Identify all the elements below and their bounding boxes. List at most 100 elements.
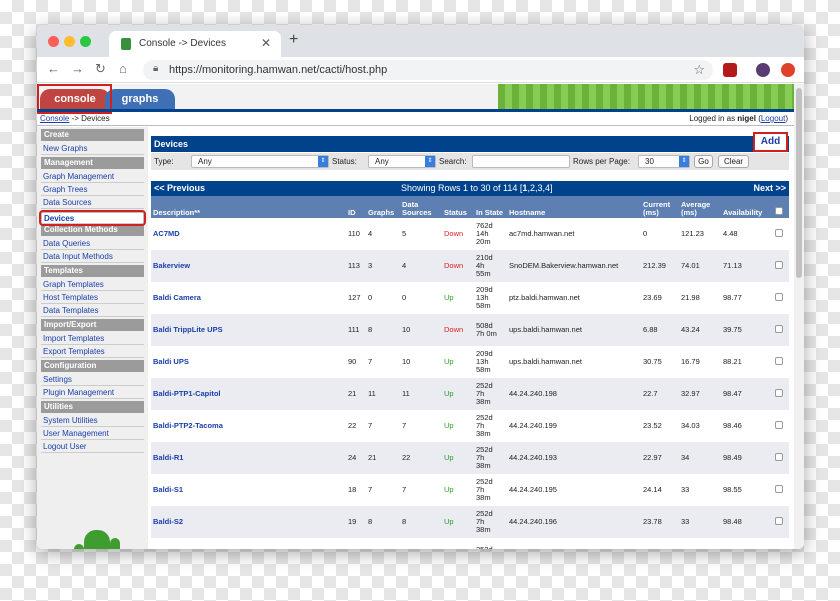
reload-icon[interactable]: ↻ bbox=[95, 61, 106, 77]
page-links[interactable]: ,2,3,4] bbox=[527, 183, 552, 193]
graph-count: 7 bbox=[368, 421, 373, 430]
row-checkbox[interactable] bbox=[775, 485, 783, 493]
ublock-extension-icon[interactable] bbox=[723, 63, 737, 77]
col-id[interactable]: ID bbox=[346, 196, 366, 218]
table-cell: 22.7 bbox=[641, 378, 679, 410]
previous-link[interactable]: << Previous bbox=[154, 181, 205, 196]
status-select[interactable]: Any ⇕ bbox=[368, 155, 436, 168]
table-cell: Baldi-S3 bbox=[151, 538, 346, 549]
in-state-cell: 508d 7h 0m bbox=[476, 321, 497, 338]
menu-item-plugin-management[interactable]: Plugin Management bbox=[41, 387, 144, 399]
average-ms-cell: 33 bbox=[681, 517, 690, 526]
rows-label: Rows per Page: bbox=[573, 157, 630, 166]
menu-item-host-templates[interactable]: Host Templates bbox=[41, 292, 144, 304]
row-checkbox[interactable] bbox=[775, 293, 783, 301]
table-cell: 10 bbox=[400, 314, 442, 346]
clear-button[interactable]: Clear bbox=[718, 155, 749, 168]
row-checkbox[interactable] bbox=[775, 229, 783, 237]
row-checkbox[interactable] bbox=[775, 453, 783, 461]
row-checkbox[interactable] bbox=[775, 421, 783, 429]
menu-item-new-graphs[interactable]: New Graphs bbox=[41, 143, 144, 155]
menu-item-user-management[interactable]: User Management bbox=[41, 428, 144, 440]
scrollbar-thumb[interactable] bbox=[796, 88, 802, 278]
device-name-link[interactable]: Baldi-R1 bbox=[153, 453, 183, 462]
device-name-link[interactable]: AC7MD bbox=[153, 229, 180, 238]
forward-icon[interactable]: → bbox=[71, 61, 84, 76]
menu-item-graph-management[interactable]: Graph Management bbox=[41, 171, 144, 183]
bookmark-star-icon[interactable]: ☆ bbox=[693, 62, 705, 78]
menu-item-import-templates[interactable]: Import Templates bbox=[41, 333, 144, 345]
average-ms-cell: 32.97 bbox=[681, 389, 700, 398]
average-ms-cell: 16.79 bbox=[681, 357, 700, 366]
close-tab-icon[interactable]: ✕ bbox=[261, 36, 271, 50]
table-cell: 98.77 bbox=[721, 282, 773, 314]
table-cell: Up bbox=[442, 410, 474, 442]
col-status[interactable]: Status bbox=[442, 196, 474, 218]
device-name-link[interactable]: Baldi TrippLite UPS bbox=[153, 325, 223, 334]
menu-item-logout-user[interactable]: Logout User bbox=[41, 441, 144, 453]
profile-avatar-icon[interactable] bbox=[756, 63, 770, 77]
add-device-button[interactable]: Add bbox=[753, 132, 788, 152]
row-checkbox[interactable] bbox=[775, 517, 783, 525]
row-checkbox[interactable] bbox=[775, 261, 783, 269]
maximize-window-button[interactable] bbox=[80, 36, 91, 47]
row-checkbox[interactable] bbox=[775, 389, 783, 397]
browser-tab[interactable]: Console -> Devices ✕ bbox=[109, 31, 281, 57]
address-bar[interactable]: 🔒︎ https://monitoring.hamwan.net/cacti/h… bbox=[143, 60, 713, 80]
col-description[interactable]: Description** bbox=[151, 196, 346, 218]
table-cell: 33 bbox=[679, 474, 721, 506]
table-cell: AC7MD bbox=[151, 218, 346, 250]
device-name-link[interactable]: Baldi-S1 bbox=[153, 485, 183, 494]
menu-item-system-utilities[interactable]: System Utilities bbox=[41, 415, 144, 427]
col-in-state[interactable]: In State bbox=[474, 196, 507, 218]
menu-item-export-templates[interactable]: Export Templates bbox=[41, 346, 144, 358]
extension-badge-icon[interactable] bbox=[781, 63, 795, 77]
row-checkbox[interactable] bbox=[775, 325, 783, 333]
device-name-link[interactable]: Baldi UPS bbox=[153, 357, 189, 366]
home-icon[interactable]: ⌂ bbox=[119, 61, 127, 76]
col-current[interactable]: Current (ms) bbox=[641, 196, 679, 218]
page-scrollbar[interactable] bbox=[794, 84, 804, 549]
breadcrumb-bar: Console -> Devices Logged in as nigel (L… bbox=[37, 112, 794, 126]
col-select-all[interactable] bbox=[773, 196, 789, 218]
table-cell: Up bbox=[442, 474, 474, 506]
menu-item-settings[interactable]: Settings bbox=[41, 374, 144, 386]
col-hostname[interactable]: Hostname bbox=[507, 196, 641, 218]
next-link[interactable]: Next >> bbox=[753, 181, 786, 196]
go-button[interactable]: Go bbox=[694, 155, 713, 168]
device-name-link[interactable]: Baldi-PTP1-Capitol bbox=[153, 389, 221, 398]
in-state-cell: 210d 4h 55m bbox=[476, 253, 493, 278]
device-name-link[interactable]: Baldi Camera bbox=[153, 293, 201, 302]
table-cell: 71.13 bbox=[721, 250, 773, 282]
tab-graphs[interactable]: graphs bbox=[105, 89, 175, 110]
menu-item-devices[interactable]: Devices bbox=[39, 210, 146, 226]
menu-item-graph-templates[interactable]: Graph Templates bbox=[41, 279, 144, 291]
menu-item-data-input-methods[interactable]: Data Input Methods bbox=[41, 251, 144, 263]
close-window-button[interactable] bbox=[48, 36, 59, 47]
device-name-link[interactable]: Baldi-PTP2-Tacoma bbox=[153, 421, 223, 430]
device-name-link[interactable]: Baldi-S2 bbox=[153, 517, 183, 526]
col-graphs[interactable]: Graphs bbox=[366, 196, 400, 218]
col-average[interactable]: Average (ms) bbox=[679, 196, 721, 218]
table-row: Baldi-S32077Up252d 7h44.24.240.19724.383… bbox=[151, 538, 789, 549]
menu-item-graph-trees[interactable]: Graph Trees bbox=[41, 184, 144, 196]
back-icon[interactable]: ← bbox=[47, 61, 60, 76]
menu-item-data-sources[interactable]: Data Sources bbox=[41, 197, 144, 209]
select-all-checkbox[interactable] bbox=[775, 207, 783, 215]
rows-select[interactable]: 30 ⇕ bbox=[638, 155, 690, 168]
menu-item-data-queries[interactable]: Data Queries bbox=[41, 238, 144, 250]
breadcrumb-console-link[interactable]: Console bbox=[40, 114, 69, 123]
table-cell: 44.24.240.196 bbox=[507, 506, 641, 538]
new-tab-button[interactable]: + bbox=[289, 31, 298, 49]
data-source-count: 4 bbox=[402, 261, 407, 270]
row-checkbox[interactable] bbox=[775, 357, 783, 365]
minimize-window-button[interactable] bbox=[64, 36, 75, 47]
col-data-sources[interactable]: Data Sources bbox=[400, 196, 442, 218]
menu-item-data-templates[interactable]: Data Templates bbox=[41, 305, 144, 317]
type-select[interactable]: Any ⇕ bbox=[191, 155, 329, 168]
search-input[interactable] bbox=[472, 155, 570, 168]
menu-section-header: Utilities bbox=[41, 401, 144, 413]
device-name-link[interactable]: Bakerview bbox=[153, 261, 190, 270]
logout-link[interactable]: Logout bbox=[761, 114, 785, 123]
col-availability[interactable]: Availability bbox=[721, 196, 773, 218]
